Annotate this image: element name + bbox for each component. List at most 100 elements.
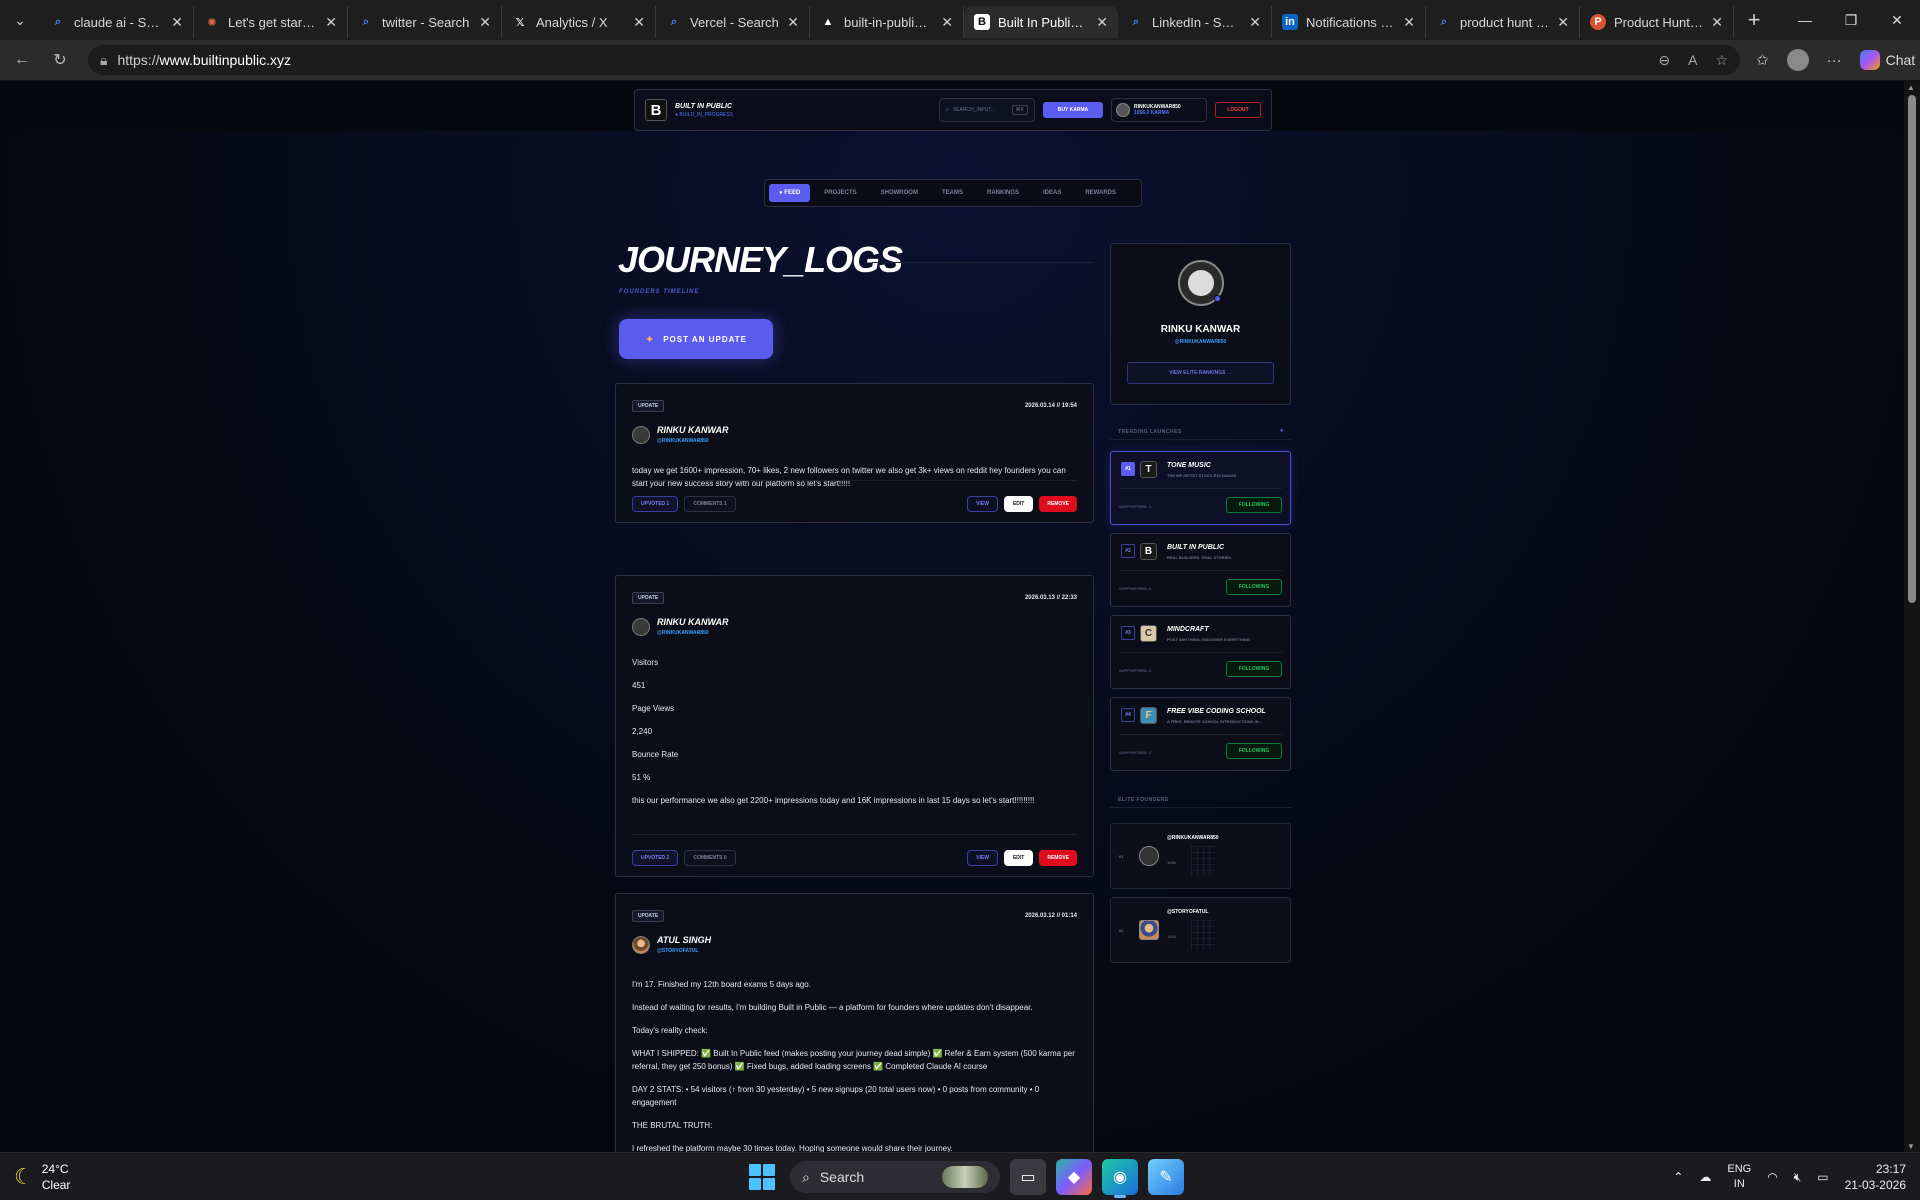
founder-karma: 1056 bbox=[1167, 860, 1176, 865]
upvote-button[interactable]: UPVOTED 1 bbox=[632, 496, 679, 512]
launch-card[interactable]: #1 T TONE MUSIC THE MP ARTIST STOCK EXCH… bbox=[1110, 451, 1291, 525]
wifi-icon[interactable]: ◠ bbox=[1767, 1170, 1777, 1184]
close-tab-icon[interactable]: ✕ bbox=[787, 14, 799, 31]
edit-button[interactable]: EDIT bbox=[1003, 496, 1034, 512]
favorites-icon[interactable]: ✩ bbox=[1756, 51, 1769, 69]
minimize-icon[interactable]: — bbox=[1782, 0, 1828, 40]
scrollbar-thumb[interactable] bbox=[1908, 95, 1916, 603]
tab-producthunt-search[interactable]: ⌕ product hunt - Se ✕ bbox=[1426, 6, 1580, 38]
page-scrollbar[interactable]: ▲ ▼ bbox=[1904, 81, 1920, 1152]
onedrive-icon[interactable]: ☁ bbox=[1699, 1170, 1711, 1184]
brand[interactable]: BUILT IN PUBLIC ● BUILD_IN_PROGRESS bbox=[675, 103, 733, 118]
post-author[interactable]: ATUL SINGH @STORYOFATUL bbox=[632, 936, 711, 954]
site-search-input[interactable]: ⌕ SEARCH_INPUT... ⌘K bbox=[939, 98, 1035, 122]
view-button[interactable]: VIEW bbox=[967, 496, 998, 512]
remove-button[interactable]: REMOVE bbox=[1039, 850, 1077, 866]
close-tab-icon[interactable]: ✕ bbox=[633, 14, 645, 31]
close-tab-icon[interactable]: ✕ bbox=[479, 14, 491, 31]
view-elite-rankings-button[interactable]: VIEW ELITE RANKINGS → bbox=[1127, 362, 1274, 384]
tab-linkedin-search[interactable]: ⌕ LinkedIn - Search ✕ bbox=[1118, 6, 1272, 38]
post-author[interactable]: RINKU KANWAR @RINKUKANWAR850 bbox=[632, 618, 729, 636]
tab-teams[interactable]: TEAMS bbox=[932, 184, 973, 202]
clock[interactable]: 23:17 21-03-2026 bbox=[1845, 1161, 1906, 1193]
comments-button[interactable]: COMMENTS 1 bbox=[684, 496, 736, 512]
following-button[interactable]: FOLLOWING bbox=[1226, 743, 1282, 759]
tab-linkedin-notifications[interactable]: in Notifications | Lin ✕ bbox=[1272, 6, 1426, 38]
close-tab-icon[interactable]: ✕ bbox=[1403, 14, 1415, 31]
edge-browser-icon[interactable]: ◉ bbox=[1102, 1159, 1138, 1198]
builtinpublic-logo-icon[interactable]: B bbox=[645, 99, 667, 121]
tab-producthunt[interactable]: P Product Hunt – Th ✕ bbox=[1580, 6, 1734, 38]
post-paragraph: Visitors bbox=[632, 658, 659, 667]
tab-claude-search[interactable]: ⌕ claude ai - Search ✕ bbox=[40, 6, 194, 38]
scroll-up-icon[interactable]: ▲ bbox=[1907, 83, 1915, 92]
upvote-button[interactable]: UPVOTED 2 bbox=[632, 850, 679, 866]
tab-vercel-project[interactable]: ▲ built-in-public – A ✕ bbox=[810, 6, 964, 38]
url-field[interactable]: 🔒︎ https://www.builtinpublic.xyz ⊖ A ☆ bbox=[88, 45, 1740, 75]
close-tab-icon[interactable]: ✕ bbox=[1557, 14, 1569, 31]
profile-avatar-icon[interactable] bbox=[1786, 49, 1809, 71]
tab-twitter-search[interactable]: ⌕ twitter - Search ✕ bbox=[348, 6, 502, 38]
battery-icon[interactable]: ▭ bbox=[1817, 1170, 1828, 1184]
show-hidden-icons-chevron-icon[interactable]: ⌃ bbox=[1673, 1170, 1683, 1184]
new-tab-plus-icon[interactable]: + bbox=[1734, 7, 1774, 33]
close-tab-icon[interactable]: ✕ bbox=[325, 14, 337, 31]
volume-muted-icon[interactable]: 🔇︎ bbox=[1794, 1170, 1802, 1185]
launch-card[interactable]: #4 F FREE VIBE CODING SCHOOL A FREE, REM… bbox=[1110, 697, 1291, 771]
close-tab-icon[interactable]: ✕ bbox=[941, 14, 953, 31]
avatar[interactable] bbox=[1178, 260, 1224, 306]
more-menu-icon[interactable]: ··· bbox=[1827, 52, 1842, 69]
post-author[interactable]: RINKU KANWAR @RINKUKANWAR850 bbox=[632, 426, 729, 444]
tab-rewards[interactable]: REWARDS bbox=[1075, 184, 1126, 202]
comments-button[interactable]: COMMENTS 0 bbox=[684, 850, 736, 866]
post-update-button[interactable]: ✦ POST AN UPDATE bbox=[619, 319, 773, 359]
tab-claude-start[interactable]: ✺ Let's get started - ✕ bbox=[194, 6, 348, 38]
tab-title: Built In Public - Re bbox=[998, 14, 1088, 30]
close-tab-icon[interactable]: ✕ bbox=[1096, 14, 1108, 31]
refresh-icon[interactable]: ↻ bbox=[44, 44, 76, 76]
zoom-icon[interactable]: ⊖ bbox=[1658, 52, 1670, 69]
close-tab-icon[interactable]: ✕ bbox=[1249, 14, 1261, 31]
buy-karma-button[interactable]: BUY KARMA bbox=[1043, 102, 1103, 118]
view-button[interactable]: VIEW bbox=[967, 850, 998, 866]
following-button[interactable]: FOLLOWING bbox=[1226, 661, 1282, 677]
launch-card[interactable]: #3 C MINDCRAFT POST ANYTHING, DISCOVER E… bbox=[1110, 615, 1291, 689]
remove-button[interactable]: REMOVE bbox=[1039, 496, 1077, 512]
microsoft365-icon[interactable]: ◆ bbox=[1056, 1159, 1092, 1195]
copilot-chat-button[interactable]: Chat bbox=[1859, 50, 1915, 70]
launch-card[interactable]: #2 B BUILT IN PUBLIC REAL BUILDERS. REAL… bbox=[1110, 533, 1291, 607]
tab-projects[interactable]: PROJECTS bbox=[814, 184, 866, 202]
favorite-star-icon[interactable]: ☆ bbox=[1715, 52, 1728, 69]
tab-vercel-search[interactable]: ⌕ Vercel - Search ✕ bbox=[656, 6, 810, 38]
weather-widget[interactable]: ☾ 24°C Clear bbox=[14, 1161, 70, 1193]
tab-showroom[interactable]: SHOWROOM bbox=[871, 184, 928, 202]
founder-card[interactable]: 01 @RINKUKANWAR850 1056 bbox=[1110, 823, 1291, 889]
tab-x-analytics[interactable]: 𝕏 Analytics / X ✕ bbox=[502, 6, 656, 38]
restore-icon[interactable]: ❐ bbox=[1828, 0, 1874, 40]
following-button[interactable]: FOLLOWING bbox=[1226, 497, 1282, 513]
founder-rank: 02 bbox=[1119, 928, 1124, 933]
language-indicator[interactable]: ENG IN bbox=[1727, 1162, 1751, 1192]
divider bbox=[632, 480, 1077, 481]
scroll-down-icon[interactable]: ▼ bbox=[1907, 1142, 1915, 1151]
user-menu[interactable]: RINKUKANWAR850 1056.0 KARMA bbox=[1111, 98, 1207, 122]
close-tab-icon[interactable]: ✕ bbox=[1711, 14, 1723, 31]
tab-rankings[interactable]: RANKINGS bbox=[977, 184, 1029, 202]
close-window-icon[interactable]: ✕ bbox=[1874, 0, 1920, 40]
tab-actions-chevron-icon[interactable]: ⌄ bbox=[0, 0, 40, 40]
following-button[interactable]: FOLLOWING bbox=[1226, 579, 1282, 595]
task-view-icon[interactable]: ▭ bbox=[1010, 1159, 1046, 1195]
edit-button[interactable]: EDIT bbox=[1003, 850, 1034, 866]
windows-start-icon[interactable] bbox=[744, 1159, 780, 1195]
close-tab-icon[interactable]: ✕ bbox=[171, 14, 183, 31]
back-arrow-icon[interactable]: ← bbox=[6, 44, 38, 76]
url-actions: ⊖ A ☆ bbox=[1658, 52, 1728, 69]
tab-feed[interactable]: ● FEED bbox=[769, 184, 811, 202]
read-aloud-icon[interactable]: A bbox=[1688, 52, 1697, 69]
logout-button[interactable]: LOGOUT bbox=[1215, 102, 1261, 118]
tab-ideas[interactable]: IDEAS bbox=[1033, 184, 1071, 202]
taskbar-search[interactable]: ⌕ Search bbox=[790, 1161, 1000, 1193]
paint-app-icon[interactable]: ✎ bbox=[1148, 1159, 1184, 1195]
founder-card[interactable]: 02 @STORYOFATUL 1000 bbox=[1110, 897, 1291, 963]
tab-builtinpublic[interactable]: B Built In Public - Re ✕ bbox=[964, 6, 1118, 38]
